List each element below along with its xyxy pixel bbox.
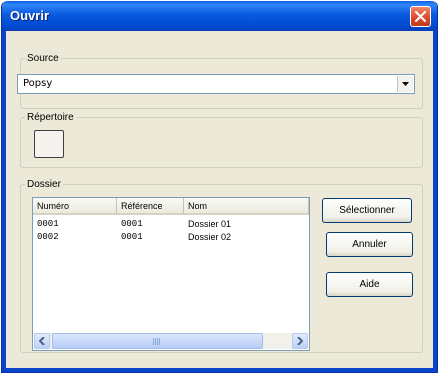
cell-numero: 0001 [37, 219, 59, 229]
list-header: Numéro Référence Nom [33, 198, 309, 215]
repertoire-group: Répertoire [20, 112, 423, 168]
chevron-left-icon [39, 337, 45, 345]
source-legend: Source [27, 53, 59, 64]
scroll-left-button[interactable] [34, 333, 50, 349]
annuler-button[interactable]: Annuler [326, 232, 413, 257]
scroll-grip-icon [153, 338, 161, 345]
cell-nom: Dossier 01 [188, 219, 232, 229]
cell-reference: 0001 [121, 219, 143, 229]
selectionner-button[interactable]: Sélectionner [322, 198, 412, 223]
window-title: Ouvrir [10, 8, 50, 23]
source-dropdown[interactable]: Popsy [17, 74, 415, 94]
window-border-bottom [2, 368, 437, 372]
cell-reference: 0001 [121, 232, 143, 242]
column-header-nom[interactable]: Nom [184, 198, 309, 215]
aide-button[interactable]: Aide [326, 272, 413, 297]
source-selected-value: Popsy [23, 78, 53, 89]
title-bar[interactable]: Ouvrir [2, 1, 437, 31]
repertoire-browse-button[interactable] [34, 130, 64, 158]
window-border-right [433, 31, 437, 372]
column-header-reference[interactable]: Référence [117, 198, 184, 215]
open-dialog: Ouvrir Source Popsy Répertoire Dossier N… [1, 1, 438, 373]
list-item[interactable]: 0001 0001 Dossier 01 [33, 219, 309, 232]
cell-numero: 0002 [37, 232, 59, 242]
cell-nom: Dossier 02 [188, 232, 232, 242]
close-button[interactable] [410, 6, 431, 27]
chevron-down-icon [402, 82, 409, 86]
scrollbar-thumb[interactable] [52, 333, 263, 349]
chevron-right-icon [297, 337, 303, 345]
dossier-legend: Dossier [27, 179, 61, 190]
column-header-numero[interactable]: Numéro [33, 198, 117, 215]
scroll-right-button[interactable] [292, 333, 308, 349]
dossier-list[interactable]: Numéro Référence Nom 0001 0001 Dossier 0… [32, 197, 310, 351]
window-border-left [2, 31, 6, 372]
close-icon [415, 11, 426, 22]
dropdown-arrow-button[interactable] [397, 76, 413, 92]
horizontal-scrollbar[interactable] [34, 333, 308, 349]
repertoire-legend: Répertoire [27, 112, 74, 123]
list-item[interactable]: 0002 0001 Dossier 02 [33, 232, 309, 245]
